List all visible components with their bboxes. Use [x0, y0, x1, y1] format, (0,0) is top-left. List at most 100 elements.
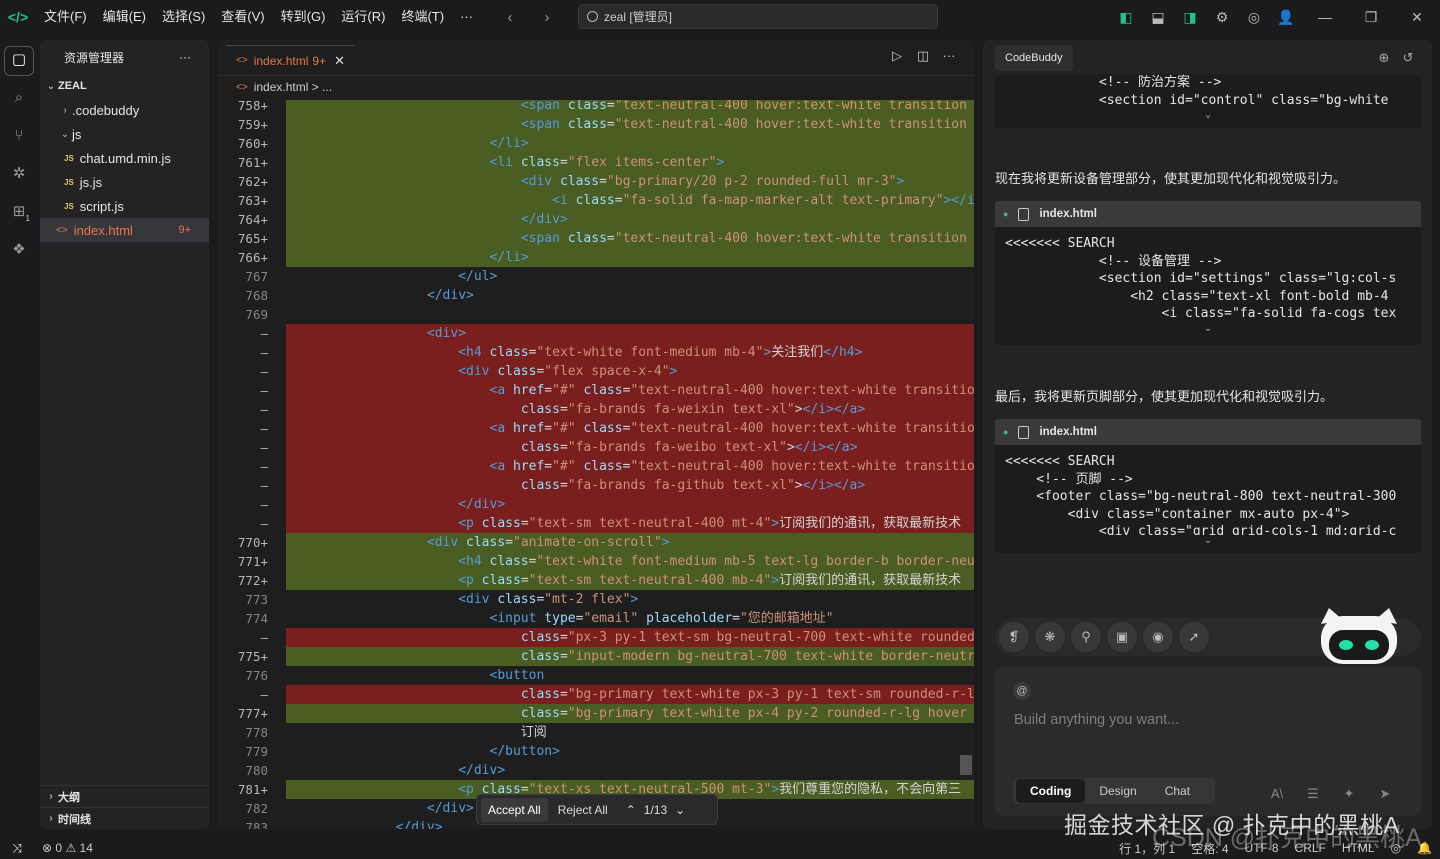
menu-file[interactable]: 文件(F)	[36, 0, 95, 34]
figma-icon[interactable]: ❡	[999, 622, 1029, 652]
code-area[interactable]: 758+ <span class="text-neutral-400 hover…	[218, 100, 974, 829]
close-window-icon[interactable]: ✕	[1394, 9, 1440, 26]
toggle-panel-icon[interactable]: ⬓	[1142, 9, 1174, 26]
removed-code-line[interactable]: — <p class="text-sm text-neutral-400 mt-…	[218, 514, 974, 533]
removed-code-line[interactable]: — class="bg-primary text-white px-3 py-1…	[218, 685, 974, 704]
code-block-header[interactable]: ● index.html	[995, 201, 1421, 227]
codebuddy-tab[interactable]: CodeBuddy	[995, 45, 1073, 71]
code-line[interactable]: 773 <div class="mt-2 flex">	[218, 590, 974, 609]
history-icon[interactable]: ↺	[1396, 50, 1420, 66]
next-diff-icon[interactable]: ⌄	[667, 803, 693, 817]
removed-code-line[interactable]: — class="fa-brands fa-github text-xl"></…	[218, 476, 974, 495]
code-line[interactable]: 768 </div>	[218, 286, 974, 305]
close-tab-icon[interactable]: ✕	[334, 53, 345, 69]
previous-diff-icon[interactable]: ⌃	[618, 803, 644, 817]
search-view-icon[interactable]: ⌕	[0, 78, 38, 116]
tree-item-js-js[interactable]: JS js.js	[40, 170, 209, 194]
back-arrow-icon[interactable]: ‹	[492, 9, 528, 26]
restore-icon[interactable]: ❐	[1348, 9, 1394, 26]
mode-design[interactable]: Design	[1085, 784, 1150, 798]
removed-code-line[interactable]: — class="fa-brands fa-weixin text-xl"></…	[218, 400, 974, 419]
tree-item-codebuddy[interactable]: › .codebuddy	[40, 98, 209, 122]
remote-icon[interactable]: ⤨	[0, 837, 34, 859]
extensions-icon[interactable]: ⊞ 1	[0, 192, 38, 230]
mode-chat[interactable]: Chat	[1151, 784, 1204, 798]
code-line[interactable]: 767 </ul>	[218, 267, 974, 286]
timeline-section[interactable]: › 时间线	[40, 807, 209, 829]
editor-more-icon[interactable]: ···	[936, 48, 962, 64]
added-code-line[interactable]: 772+ <p class="text-sm text-neutral-400 …	[218, 571, 974, 590]
added-code-line[interactable]: 777+ class="bg-primary text-white px-4 p…	[218, 704, 974, 723]
chat-input-box[interactable]: @ Build anything you want... Coding Desi…	[995, 666, 1421, 816]
tree-item-chat-umd[interactable]: JS chat.umd.min.js	[40, 146, 209, 170]
expand-chevron-icon[interactable]: ⌄	[995, 535, 1421, 549]
components-icon[interactable]: ❋	[1035, 622, 1065, 652]
removed-code-line[interactable]: — <h4 class="text-white font-medium mb-4…	[218, 343, 974, 362]
copilot-icon[interactable]: ◎	[1238, 9, 1270, 26]
menu-edit[interactable]: 编辑(E)	[95, 0, 154, 34]
explorer-more-button[interactable]: ···	[179, 50, 191, 64]
split-editor-icon[interactable]: ◫	[910, 48, 936, 64]
command-search-box[interactable]: zeal [管理员]	[578, 4, 938, 29]
removed-code-line[interactable]: — <a href="#" class="text-neutral-400 ho…	[218, 419, 974, 438]
added-code-line[interactable]: 775+ class="input-modern bg-neutral-700 …	[218, 647, 974, 666]
mode-coding[interactable]: Coding	[1016, 779, 1086, 803]
source-control-icon[interactable]: ⑂	[0, 116, 38, 154]
breadcrumb[interactable]: <> index.html > ...	[218, 76, 974, 98]
sparkle-icon[interactable]: ✦	[1331, 786, 1367, 802]
problems-indicator[interactable]: ⊗ 0 ⚠ 14	[42, 837, 93, 859]
model-select-icon[interactable]: A\	[1259, 786, 1295, 802]
removed-code-line[interactable]: — class="fa-brands fa-weibo text-xl"></i…	[218, 438, 974, 457]
menu-terminal[interactable]: 终端(T)	[393, 0, 452, 34]
menu-selection[interactable]: 选择(S)	[154, 0, 213, 34]
removed-code-line[interactable]: — <a href="#" class="text-neutral-400 ho…	[218, 457, 974, 476]
code-line[interactable]: 780 </div>	[218, 761, 974, 780]
code-line[interactable]: 778 订阅	[218, 723, 974, 742]
mention-at-icon[interactable]: @	[1013, 682, 1031, 700]
added-code-line[interactable]: 764+ </div>	[218, 210, 974, 229]
run-icon[interactable]: ▷	[884, 48, 910, 64]
image-icon[interactable]: ▣	[1107, 622, 1137, 652]
deploy-rocket-icon[interactable]: ➚	[1179, 622, 1209, 652]
added-code-line[interactable]: 762+ <div class="bg-primary/20 p-2 round…	[218, 172, 974, 191]
added-code-line[interactable]: 760+ </li>	[218, 134, 974, 153]
integration-icon[interactable]: ⚲	[1071, 622, 1101, 652]
code-line[interactable]: 769	[218, 305, 974, 324]
menu-view[interactable]: 查看(V)	[213, 0, 272, 34]
tree-item-script-js[interactable]: JS script.js	[40, 194, 209, 218]
removed-code-line[interactable]: — </div>	[218, 495, 974, 514]
added-code-line[interactable]: 758+ <span class="text-neutral-400 hover…	[218, 100, 974, 115]
added-code-line[interactable]: 770+ <div class="animate-on-scroll">	[218, 533, 974, 552]
added-code-line[interactable]: 771+ <h4 class="text-white font-medium m…	[218, 552, 974, 571]
added-code-line[interactable]: 763+ <i class="fa-solid fa-map-marker-al…	[218, 191, 974, 210]
chat-input-placeholder[interactable]: Build anything you want...	[1014, 712, 1179, 728]
expand-chevron-icon[interactable]: ⌄	[995, 109, 1421, 123]
removed-code-line[interactable]: — <div>	[218, 324, 974, 343]
added-code-line[interactable]: 766+ </li>	[218, 248, 974, 267]
added-code-line[interactable]: 765+ <span class="text-neutral-400 hover…	[218, 229, 974, 248]
toggle-sidebar-icon[interactable]: ◧	[1110, 9, 1142, 26]
code-line[interactable]: 774 <input type="email" placeholder="您的邮…	[218, 609, 974, 628]
added-code-line[interactable]: 761+ <li class="flex items-center">	[218, 153, 974, 172]
minimize-icon[interactable]: —	[1302, 9, 1348, 25]
tab-index-html[interactable]: <> index.html 9+ ✕	[226, 45, 355, 75]
expand-chevron-icon[interactable]: ⌄	[995, 323, 1421, 337]
code-block-header[interactable]: ● index.html	[995, 419, 1421, 445]
code-line[interactable]: 779 </button>	[218, 742, 974, 761]
removed-code-line[interactable]: — <div class="flex space-x-4">	[218, 362, 974, 381]
outline-section[interactable]: › 大纲	[40, 785, 209, 807]
preview-eye-icon[interactable]: ◉	[1143, 622, 1173, 652]
new-chat-icon[interactable]: ⊕	[1372, 50, 1396, 66]
added-code-line[interactable]: 759+ <span class="text-neutral-400 hover…	[218, 115, 974, 134]
menu-more[interactable]: ···	[452, 0, 481, 34]
toggle-secondary-sidebar-icon[interactable]: ◨	[1174, 9, 1206, 26]
removed-code-line[interactable]: — class="px-3 py-1 text-sm bg-neutral-70…	[218, 628, 974, 647]
tree-item-js-folder[interactable]: ⌄ js	[40, 122, 209, 146]
settings-gear-icon[interactable]: ⚙	[1206, 9, 1238, 26]
codebuddy-icon[interactable]: ❖	[0, 230, 38, 268]
debug-icon[interactable]: ✲	[0, 154, 38, 192]
menu-go[interactable]: 转到(G)	[273, 0, 334, 34]
code-line[interactable]: 776 <button	[218, 666, 974, 685]
account-icon[interactable]: 👤	[1270, 9, 1302, 26]
list-icon[interactable]: ☰	[1295, 786, 1331, 802]
